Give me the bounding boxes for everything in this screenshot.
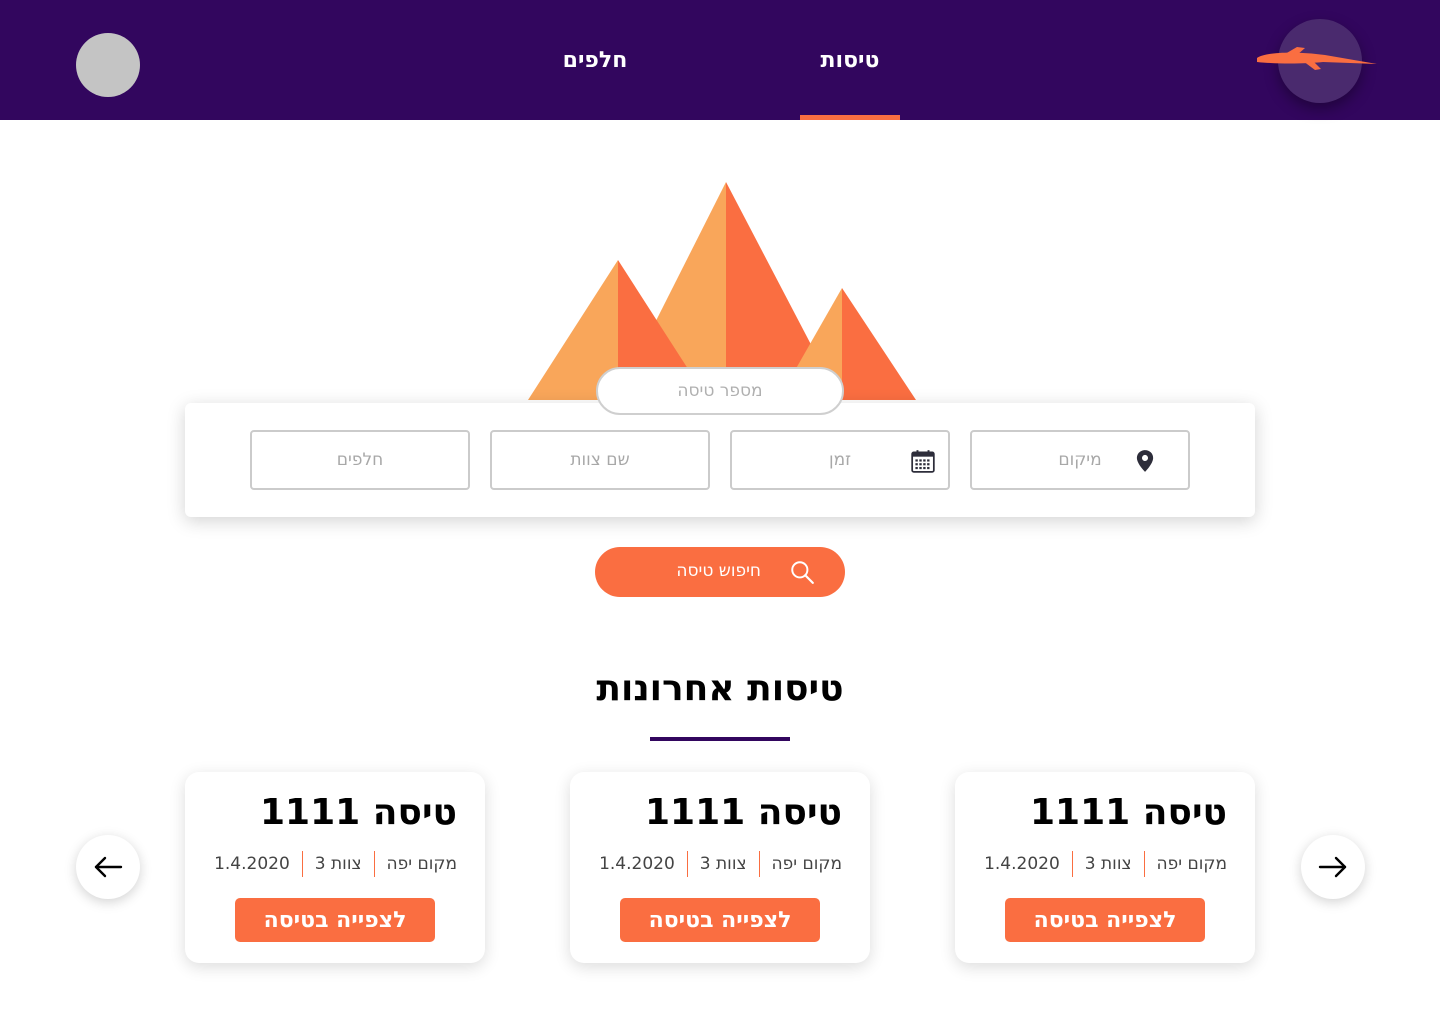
meta-divider	[1143, 851, 1145, 877]
tab-shifts[interactable]: חלפים	[545, 0, 645, 120]
flight-card-title: טיסה 1111	[645, 792, 842, 833]
flight-team: צוות 3	[314, 854, 362, 874]
airplane-icon	[1257, 47, 1377, 70]
location-field[interactable]	[970, 430, 1190, 490]
flight-card: טיסה 1111 1.4.2020 צוות 3 מקום יפה לצפיי…	[570, 772, 870, 963]
shifts-input[interactable]	[252, 432, 468, 488]
top-navigation-bar	[0, 0, 1440, 120]
calendar-icon	[911, 450, 935, 473]
team-name-field[interactable]	[490, 430, 710, 490]
shifts-field[interactable]	[250, 430, 470, 490]
view-flight-button[interactable]: לצפייה בטיסה	[1005, 898, 1205, 942]
flight-place: מקום יפה	[1156, 854, 1227, 874]
title-underline	[650, 737, 790, 741]
map-pin-icon	[1136, 450, 1154, 472]
search-button-label: חיפוש טיסה	[676, 561, 761, 581]
flight-card-title: טיסה 1111	[260, 792, 457, 833]
flight-card-title: טיסה 1111	[1030, 792, 1227, 833]
meta-divider	[686, 851, 688, 877]
active-tab-indicator	[800, 115, 900, 120]
flight-team: צוות 3	[699, 854, 747, 874]
meta-divider	[373, 851, 375, 877]
flight-card: טיסה 1111 1.4.2020 צוות 3 מקום יפה לצפיי…	[185, 772, 485, 963]
flight-team: צוות 3	[1084, 854, 1132, 874]
arrow-right-icon	[1318, 856, 1347, 878]
user-avatar[interactable]	[76, 33, 140, 97]
flight-place: מקום יפה	[386, 854, 457, 874]
flight-place: מקום יפה	[771, 854, 842, 874]
meta-divider	[1071, 851, 1073, 877]
time-field[interactable]	[730, 430, 950, 490]
carousel-next-button[interactable]	[1301, 835, 1365, 899]
flight-date: 1.4.2020	[214, 854, 290, 874]
view-flight-button[interactable]: לצפייה בטיסה	[620, 898, 820, 942]
tab-flights[interactable]: טיסות	[800, 0, 900, 120]
flight-card: טיסה 1111 1.4.2020 צוות 3 מקום יפה לצפיי…	[955, 772, 1255, 963]
flight-date: 1.4.2020	[599, 854, 675, 874]
meta-divider	[758, 851, 760, 877]
flight-card-meta: 1.4.2020 צוות 3 מקום יפה	[214, 851, 457, 877]
search-icon	[791, 561, 814, 584]
flight-number-input[interactable]	[596, 367, 844, 415]
flight-date: 1.4.2020	[984, 854, 1060, 874]
arrow-left-icon	[94, 856, 123, 878]
meta-divider	[301, 851, 303, 877]
flight-card-meta: 1.4.2020 צוות 3 מקום יפה	[984, 851, 1227, 877]
recent-flights-title: טיסות אחרונות	[596, 668, 844, 709]
search-flight-button[interactable]: חיפוש טיסה	[595, 547, 845, 597]
view-flight-button[interactable]: לצפייה בטיסה	[235, 898, 435, 942]
carousel-prev-button[interactable]	[76, 835, 140, 899]
team-name-input[interactable]	[492, 432, 708, 488]
flight-card-meta: 1.4.2020 צוות 3 מקום יפה	[599, 851, 842, 877]
